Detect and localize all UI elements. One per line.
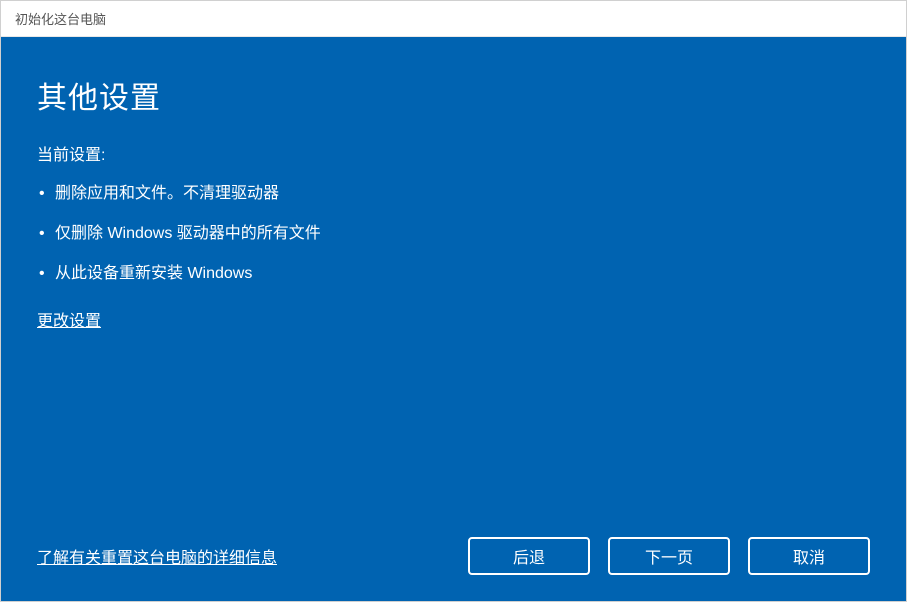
learn-more-link[interactable]: 了解有关重置这台电脑的详细信息: [37, 544, 277, 568]
settings-list-item: 仅删除 Windows 驱动器中的所有文件: [37, 219, 870, 243]
cancel-button[interactable]: 取消: [748, 537, 870, 575]
settings-list: 删除应用和文件。不清理驱动器 仅删除 Windows 驱动器中的所有文件 从此设…: [37, 179, 870, 299]
page-heading: 其他设置: [37, 73, 870, 117]
settings-list-item: 删除应用和文件。不清理驱动器: [37, 179, 870, 203]
dialog-content: 其他设置 当前设置: 删除应用和文件。不清理驱动器 仅删除 Windows 驱动…: [1, 37, 906, 601]
reset-pc-dialog: 初始化这台电脑 其他设置 当前设置: 删除应用和文件。不清理驱动器 仅删除 Wi…: [0, 0, 907, 602]
button-row: 后退 下一页 取消: [468, 537, 870, 575]
current-settings-label: 当前设置:: [37, 141, 870, 165]
next-button[interactable]: 下一页: [608, 537, 730, 575]
dialog-footer: 了解有关重置这台电脑的详细信息 后退 下一页 取消: [37, 537, 870, 575]
titlebar: 初始化这台电脑: [1, 1, 906, 37]
window-title: 初始化这台电脑: [15, 9, 106, 28]
back-button[interactable]: 后退: [468, 537, 590, 575]
settings-list-item: 从此设备重新安装 Windows: [37, 259, 870, 283]
change-settings-link[interactable]: 更改设置: [37, 307, 101, 331]
